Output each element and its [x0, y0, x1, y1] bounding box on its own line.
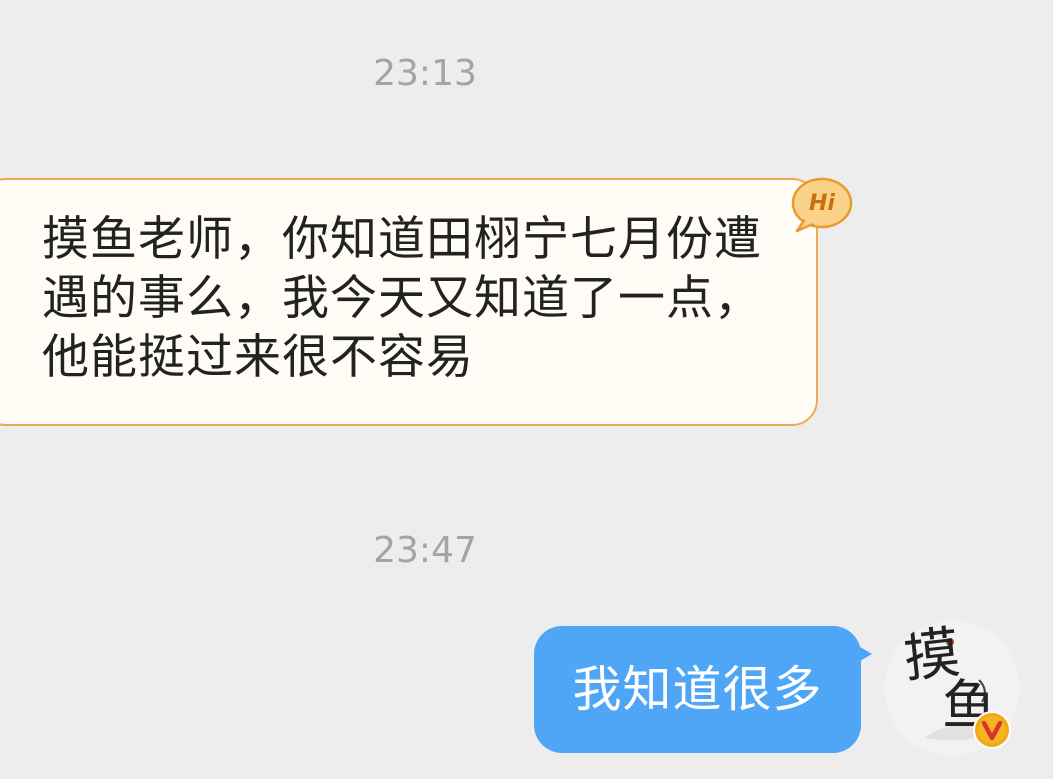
outgoing-message-text: 我知道很多 [572, 661, 823, 718]
hi-speech-bubble-icon[interactable]: Hi [791, 177, 853, 233]
outgoing-message-bubble[interactable]: 我知道很多 [534, 626, 861, 753]
verified-v-badge-icon [972, 710, 1012, 750]
incoming-message-text: 摸鱼老师，你知道田栩宁七月份遭遇的事么，我今天又知道了一点，他能挺过来很不容易 [42, 212, 762, 385]
timestamp: 23:47 [373, 530, 477, 571]
incoming-message-bubble[interactable]: 摸鱼老师，你知道田栩宁七月份遭遇的事么，我今天又知道了一点，他能挺过来很不容易 [0, 178, 818, 426]
timestamp: 23:13 [373, 53, 477, 94]
hi-badge-label: Hi [809, 191, 835, 216]
